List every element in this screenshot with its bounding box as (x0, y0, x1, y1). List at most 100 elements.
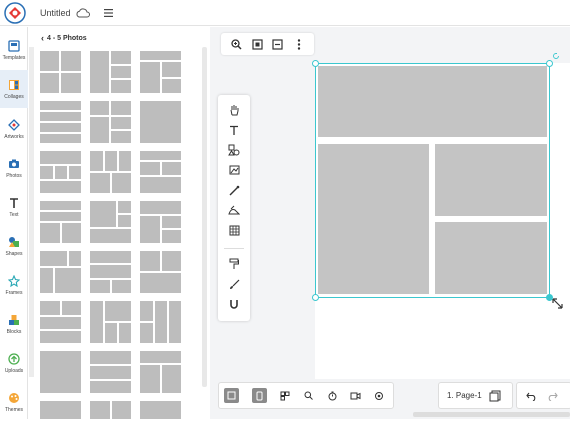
cloud-save-icon[interactable] (76, 7, 90, 18)
sidebar-item-label: Themes (4, 406, 24, 413)
more-options-icon[interactable] (293, 38, 305, 50)
sidebar-item-blocks[interactable]: Blocks (0, 305, 28, 343)
panel-back-button[interactable]: ‹ 4 - 5 Photos (41, 32, 87, 44)
collage-layout-tile[interactable] (40, 351, 81, 393)
sidebar-item-label: Collages (4, 93, 24, 100)
collage-layout-tile[interactable] (140, 101, 181, 143)
collage-layout-tile[interactable] (40, 401, 81, 419)
resize-handle[interactable] (312, 294, 319, 301)
sidebar-item-photos[interactable]: Photos (0, 149, 28, 187)
photos-icon (9, 159, 19, 168)
zoom-view-icon[interactable] (371, 388, 386, 403)
collage-layout-tile[interactable] (40, 301, 81, 343)
app-logo-icon[interactable] (4, 1, 26, 24)
brush-tool-icon[interactable] (227, 203, 241, 217)
themes-icon (9, 392, 19, 403)
chevron-left-icon: ‹ (41, 33, 44, 43)
bottom-toolbar (218, 382, 394, 409)
sidebar-item-shapes[interactable]: Shapes (0, 227, 28, 265)
search-icon[interactable] (301, 388, 316, 403)
text-icon (10, 197, 18, 208)
menu-icon[interactable] (103, 8, 113, 17)
single-page-view-icon[interactable] (224, 388, 239, 403)
collage-layout-tile[interactable] (140, 51, 181, 93)
redo-icon[interactable] (547, 391, 558, 401)
sidebar-item-text[interactable]: Text (0, 188, 28, 226)
collage-layout-tile[interactable] (40, 51, 81, 93)
grid-view-icon[interactable] (277, 388, 292, 403)
page-selector[interactable]: 1. Page-1 (438, 382, 513, 409)
frames-icon (8, 274, 20, 287)
collage-layout-tile[interactable] (90, 201, 131, 243)
uploads-icon (8, 352, 20, 365)
fit-page-icon[interactable] (251, 38, 263, 50)
collage-layout-tile[interactable] (140, 251, 181, 293)
sidebar-item-label: Frames (5, 289, 23, 296)
sidebar-item-label: Shapes (5, 250, 23, 257)
panel-divider (29, 47, 34, 377)
page-label: 1. Page-1 (447, 391, 482, 400)
collage-layout-tile[interactable] (40, 251, 81, 293)
sidebar-item-label: Photos (6, 172, 22, 179)
sidebar-item-frames[interactable]: Frames (0, 266, 28, 304)
collages-icon (9, 79, 19, 90)
collage-layout-tile[interactable] (90, 251, 131, 293)
canvas-left-toolbar (218, 95, 250, 321)
document-title[interactable]: Untitled (40, 8, 71, 18)
shapes-tool-icon[interactable] (227, 143, 241, 157)
paintbrush-icon[interactable] (227, 277, 241, 291)
zoom-in-icon[interactable] (230, 38, 242, 50)
collage-layout-tile[interactable] (140, 351, 181, 393)
collage-layout-tile[interactable] (90, 151, 131, 193)
magnet-icon[interactable] (227, 297, 241, 311)
sidebar-item-templates[interactable]: Templates (0, 31, 28, 69)
sidebar-item-label: Artworks (4, 133, 24, 140)
horizontal-scrollbar[interactable] (413, 412, 570, 417)
collage-layout-tile[interactable] (90, 101, 131, 143)
canvas-top-toolbar (221, 33, 314, 55)
collage-layout-tile[interactable] (90, 401, 131, 419)
collage-layout-tile[interactable] (40, 151, 81, 193)
collage-layout-tile[interactable] (90, 351, 131, 393)
panel-scrollbar[interactable] (202, 47, 207, 387)
collage-layout-tile[interactable] (140, 401, 181, 419)
sidebar-item-themes[interactable]: Themes (0, 383, 28, 421)
mobile-view-icon[interactable] (252, 388, 267, 403)
collages-panel: ‹ 4 - 5 Photos (29, 27, 210, 419)
sidebar-item-uploads[interactable]: Uploads (0, 344, 28, 382)
collage-layout-tile[interactable] (90, 51, 131, 93)
image-tool-icon[interactable] (227, 163, 241, 177)
collage-layout-tile[interactable] (140, 301, 181, 343)
selection-box (315, 63, 550, 298)
undo-icon[interactable] (526, 391, 537, 401)
resize-handle[interactable] (546, 60, 553, 67)
sidebar-item-collages[interactable]: Collages (0, 70, 28, 108)
text-tool-icon[interactable] (227, 123, 241, 137)
collage-layout-tile[interactable] (90, 301, 131, 343)
pen-tool-icon[interactable] (227, 183, 241, 197)
table-tool-icon[interactable] (227, 223, 241, 237)
rotate-icon[interactable] (552, 52, 560, 60)
toolbar-divider (224, 248, 244, 249)
fit-width-icon[interactable] (272, 38, 284, 50)
top-bar: Untitled (0, 0, 570, 26)
collage-layout-tile[interactable] (40, 101, 81, 143)
collage-layout-tile[interactable] (40, 201, 81, 243)
sidebar-item-artworks[interactable]: Artworks (0, 110, 28, 148)
collage-layout-tile[interactable] (140, 201, 181, 243)
hand-tool-icon[interactable] (227, 103, 241, 117)
artworks-icon (8, 118, 20, 131)
sidebar-rail: Templates Collages Artworks Photos Text … (0, 27, 28, 419)
shapes-icon (9, 236, 19, 247)
resize-handle[interactable] (312, 60, 319, 67)
timer-icon[interactable] (325, 388, 340, 403)
pages-icon[interactable] (489, 390, 501, 402)
sidebar-item-label: Templates (2, 54, 26, 61)
collage-layout-tile[interactable] (140, 151, 181, 193)
video-icon[interactable] (348, 388, 363, 403)
resize-cursor-icon (552, 298, 563, 309)
sidebar-item-label: Blocks (6, 328, 22, 335)
paint-roller-icon[interactable] (227, 257, 241, 271)
panel-title: 4 - 5 Photos (47, 34, 87, 42)
sidebar-item-label: Text (9, 211, 19, 218)
